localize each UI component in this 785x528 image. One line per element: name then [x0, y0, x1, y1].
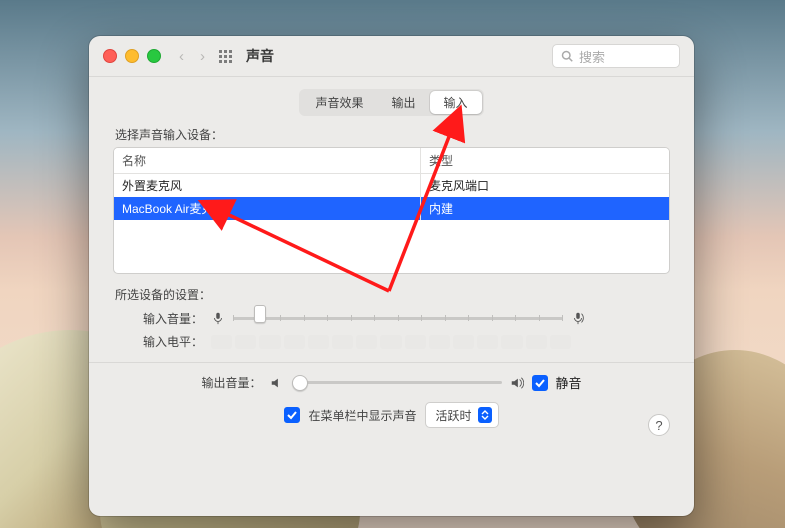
preferences-window: ‹ › 声音 搜索 声音效果输出输入 选择声音输入设备： 名称 类型 外置麦克风… [89, 36, 694, 516]
microphone-low-icon [211, 311, 225, 325]
output-volume-row: 输出音量： 静音 [113, 373, 670, 392]
search-field[interactable]: 搜索 [552, 44, 680, 68]
search-icon [561, 50, 573, 62]
output-volume-slider[interactable] [292, 374, 502, 392]
popup-value: 活跃时 [436, 407, 472, 424]
speaker-low-icon [270, 376, 284, 390]
show-in-menubar-checkbox[interactable] [284, 407, 300, 423]
show-all-icon[interactable] [219, 50, 232, 63]
input-level-meter [211, 335, 571, 349]
help-button[interactable]: ? [648, 414, 670, 436]
device-name: MacBook Air麦克风 [114, 197, 421, 220]
device-row[interactable]: MacBook Air麦克风内建 [114, 197, 669, 220]
column-type: 类型 [421, 148, 669, 173]
table-header: 名称 类型 [114, 148, 669, 174]
mute-checkbox[interactable] [532, 375, 548, 391]
tab-effects[interactable]: 声音效果 [301, 91, 377, 114]
nav-buttons: ‹ › [179, 48, 205, 65]
speaker-high-icon [510, 376, 524, 390]
zoom-button[interactable] [147, 49, 161, 63]
tab-input[interactable]: 输入 [430, 91, 482, 114]
device-name: 外置麦克风 [114, 174, 421, 197]
search-placeholder: 搜索 [579, 47, 605, 66]
select-input-device-label: 选择声音输入设备： [115, 126, 670, 143]
output-volume-label: 输出音量： [201, 374, 261, 391]
input-device-list[interactable]: 名称 类型 外置麦克风麦克风端口MacBook Air麦克风内建 [113, 147, 670, 274]
device-type: 内建 [421, 197, 669, 220]
device-type: 麦克风端口 [421, 174, 669, 197]
tab-bar: 声音效果输出输入 [113, 89, 670, 116]
close-button[interactable] [103, 49, 117, 63]
minimize-button[interactable] [125, 49, 139, 63]
column-name: 名称 [114, 148, 421, 173]
device-row[interactable]: 外置麦克风麦克风端口 [114, 174, 669, 197]
menubar-row: 在菜单栏中显示声音 活跃时 [113, 402, 670, 428]
forward-button[interactable]: › [200, 48, 205, 65]
window-controls [103, 49, 161, 63]
window-title: 声音 [246, 46, 274, 66]
divider [89, 362, 694, 363]
input-level-row: 输入电平： [113, 333, 670, 350]
mute-label: 静音 [556, 373, 582, 392]
popup-arrows-icon [478, 407, 492, 423]
back-button[interactable]: ‹ [179, 48, 184, 65]
titlebar: ‹ › 声音 搜索 [89, 36, 694, 77]
input-volume-row: 输入音量： [113, 309, 670, 327]
menubar-when-popup[interactable]: 活跃时 [425, 402, 499, 428]
input-volume-label: 输入音量： [113, 310, 203, 327]
tab-output[interactable]: 输出 [377, 91, 429, 114]
selected-device-settings-label: 所选设备的设置： [115, 286, 670, 303]
microphone-high-icon [571, 311, 585, 325]
input-level-label: 输入电平： [113, 333, 203, 350]
show-in-menubar-label: 在菜单栏中显示声音 [308, 407, 416, 424]
input-volume-slider[interactable] [233, 309, 563, 327]
